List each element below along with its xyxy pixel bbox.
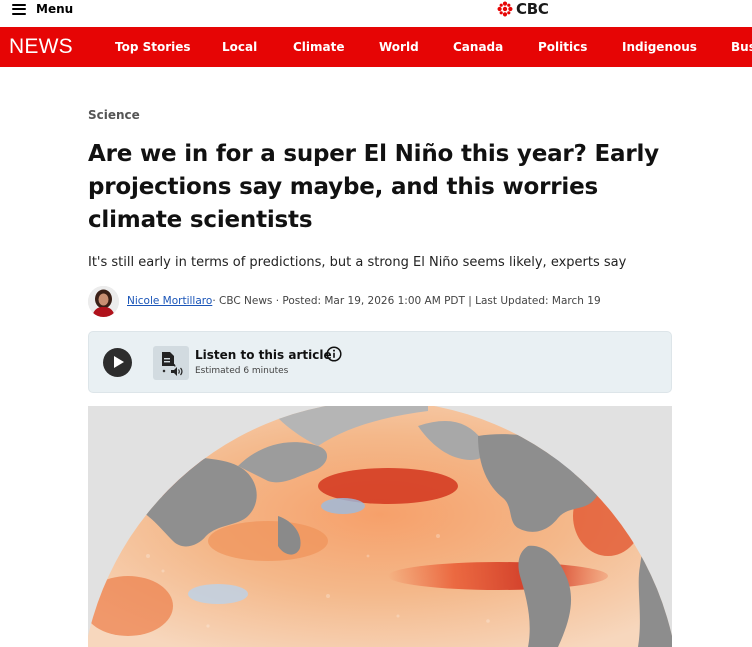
section-label[interactable]: Science	[88, 108, 140, 122]
nav-item-world[interactable]: World	[379, 27, 419, 67]
info-icon[interactable]	[326, 346, 342, 362]
nav-item-top-stories[interactable]: Top Stories	[115, 27, 191, 67]
nav-item-politics[interactable]: Politics	[538, 27, 587, 67]
hero-image	[88, 406, 672, 647]
top-bar: Menu CBC	[0, 0, 752, 27]
cbc-gem-icon	[497, 1, 513, 17]
menu-label: Menu	[36, 2, 74, 16]
nav-item-indigenous[interactable]: Indigenous	[622, 27, 697, 67]
listen-article-panel: Listen to this article Estimated 6 minut…	[88, 331, 672, 393]
nav-item-canada[interactable]: Canada	[453, 27, 503, 67]
play-icon[interactable]	[103, 348, 132, 377]
sea-surface-temperature-map	[88, 406, 672, 647]
listen-title[interactable]: Listen to this article	[195, 348, 332, 362]
page-title: Are we in for a super El Niño this year?…	[88, 141, 659, 233]
nav-item-local[interactable]: Local	[222, 27, 257, 67]
news-brand[interactable]: NEWS	[9, 27, 73, 67]
byline: Nicole Mortillaro · CBC News · Posted: M…	[88, 285, 601, 317]
nav-item-climate[interactable]: Climate	[293, 27, 345, 67]
cbc-logo[interactable]: CBC	[497, 0, 549, 18]
text-to-speech-icon	[153, 346, 189, 380]
cbc-logo-text: CBC	[516, 0, 549, 18]
article-deck: It's still early in terms of predictions…	[88, 255, 627, 270]
hamburger-icon	[12, 3, 26, 15]
byline-meta: · CBC News · Posted: Mar 19, 2026 1:00 A…	[212, 295, 601, 307]
menu-button[interactable]: Menu	[12, 0, 73, 18]
author-avatar[interactable]	[88, 285, 119, 317]
listen-estimate: Estimated 6 minutes	[195, 366, 289, 376]
nav-item-business[interactable]: Bus	[731, 27, 752, 67]
main-nav: NEWS Top Stories Local Climate World Can…	[0, 27, 752, 67]
author-link[interactable]: Nicole Mortillaro	[127, 295, 212, 307]
